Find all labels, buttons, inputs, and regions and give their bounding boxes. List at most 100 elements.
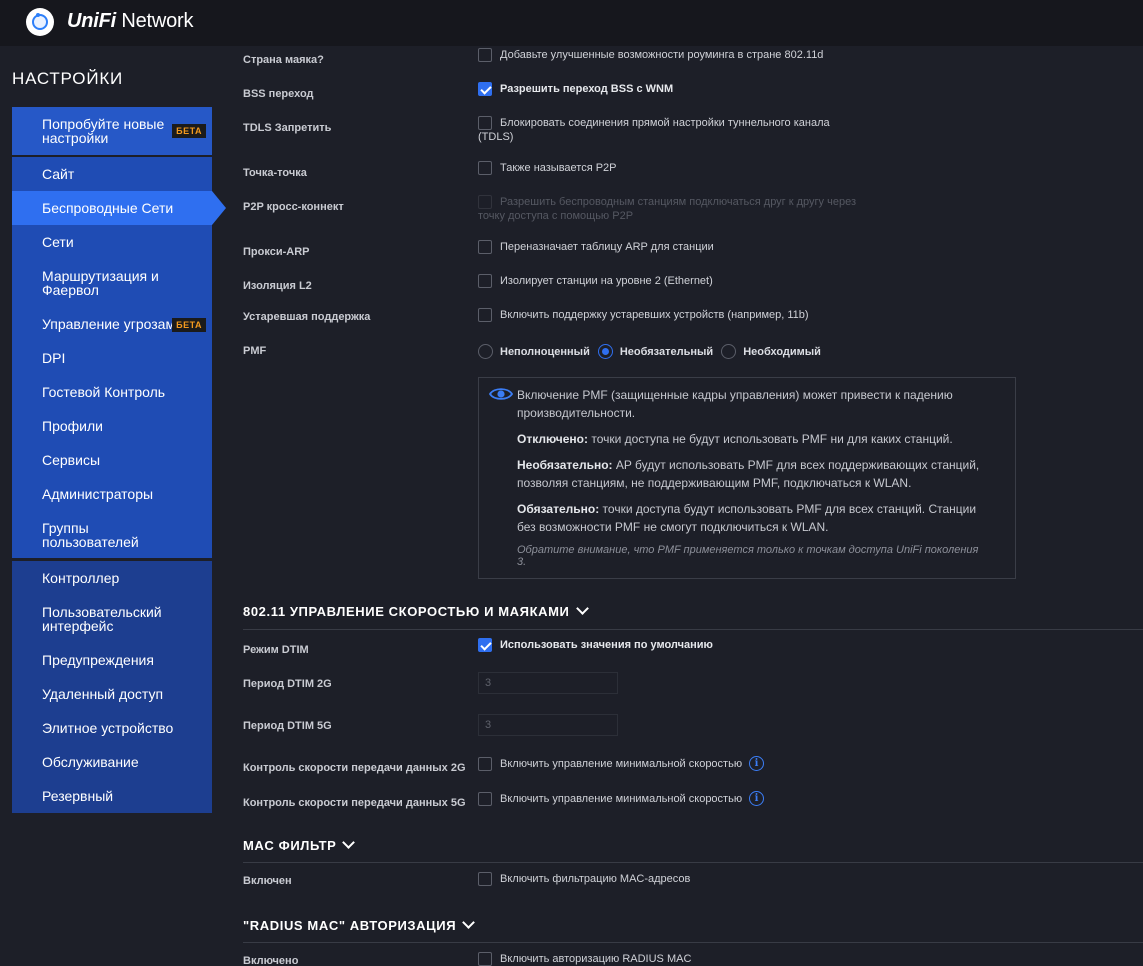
pmf-required-radio[interactable] [721, 344, 737, 359]
pmf-required-label[interactable]: Необходимый [743, 346, 821, 358]
sidebar-item-guest-control[interactable]: Гостевой Контроль [12, 375, 212, 409]
pmf-info-note: Обратите внимание, что PMF применяется т… [517, 544, 979, 568]
sidebar-item-admins[interactable]: Администраторы [12, 477, 212, 511]
rate-section-header[interactable]: 802.11 УПРАВЛЕНИЕ СКОРОСТЬЮ И МАЯКАМИ [243, 602, 589, 619]
sidebar-group-controller: Контроллер Пользовательский интерфейс Пр… [12, 561, 212, 813]
unifi-logo-icon[interactable] [26, 8, 54, 36]
rate-control-5g-option[interactable]: Включить управление минимальной скорость… [478, 791, 765, 806]
settings-title: НАСТРОЙКИ [12, 69, 124, 88]
p2p-cross-connect-label: P2P кросс-коннект [243, 201, 344, 213]
l2-isolation-checkbox[interactable] [478, 274, 492, 288]
pmf-disabled-radio[interactable] [478, 344, 493, 359]
mac-filter-enabled-label: Включен [243, 875, 292, 887]
chevron-down-icon [462, 916, 476, 929]
pmf-info-optional: Необязательно: AP будут использовать PMF… [517, 458, 980, 490]
pmf-radio-group: Неполноценный Необязательный Необходимый [478, 344, 829, 359]
mac-section-divider [243, 862, 1143, 863]
pmf-info-box: Включение PMF (защищенные кадры управлен… [478, 377, 1016, 579]
beacon-country-option[interactable]: Добавьте улучшенные возможности роуминга… [478, 48, 823, 62]
mac-filter-checkbox[interactable] [478, 872, 492, 886]
pmf-optional-label[interactable]: Необязательный [620, 346, 713, 358]
dtim-5g-input[interactable]: 3 [478, 714, 618, 736]
pmf-disabled-label[interactable]: Неполноценный [500, 346, 590, 358]
point-to-point-option[interactable]: Также называется P2P [478, 161, 617, 175]
radius-mac-checkbox[interactable] [478, 952, 492, 966]
dtim-mode-checkbox[interactable] [478, 638, 492, 652]
active-indicator [212, 191, 226, 225]
pmf-info-off: Отключено: точки доступа не будут исполь… [517, 432, 953, 446]
bss-transition-label: BSS переход [243, 88, 314, 100]
beacon-country-checkbox[interactable] [478, 48, 492, 62]
p2p-cross-connect-option: Разрешить беспроводным станциям подключа… [478, 195, 856, 209]
info-icon[interactable]: i [749, 756, 765, 771]
sidebar-item-maintenance[interactable]: Обслуживание [12, 745, 212, 779]
sidebar-item-services[interactable]: Сервисы [12, 443, 212, 477]
sidebar-item-try-new-settings[interactable]: Попробуйте новые настройки БЕТА [12, 107, 212, 155]
beta-badge: БЕТА [172, 318, 206, 332]
dtim-mode-label: Режим DTIM [243, 644, 309, 656]
sidebar-group-new: Попробуйте новые настройки БЕТА [12, 107, 212, 155]
rate-section-divider [243, 629, 1143, 630]
dtim-mode-option[interactable]: Использовать значения по умолчанию [478, 638, 713, 652]
dtim-2g-label: Период DTIM 2G [243, 678, 332, 690]
top-bar: UniFi Network [0, 0, 1143, 46]
rate-control-2g-label: Контроль скорости передачи данных 2G [243, 762, 466, 774]
pmf-optional-radio[interactable] [597, 344, 613, 359]
legacy-support-label: Устаревшая поддержка [243, 311, 371, 323]
l2-isolation-option[interactable]: Изолирует станции на уровне 2 (Ethernet) [478, 274, 713, 288]
legacy-support-option[interactable]: Включить поддержку устаревших устройств … [478, 308, 809, 322]
sidebar-item-profiles[interactable]: Профили [12, 409, 212, 443]
dtim-5g-label: Период DTIM 5G [243, 720, 332, 732]
mac-filter-option[interactable]: Включить фильтрацию MAC-адресов [478, 872, 690, 886]
info-icon[interactable]: i [749, 791, 765, 806]
sidebar-item-networks[interactable]: Сети [12, 225, 212, 259]
p2p-cross-connect-checkbox [478, 195, 492, 209]
point-to-point-label: Точка-точка [243, 167, 307, 179]
sidebar-item-user-interface[interactable]: Пользовательский интерфейс [12, 595, 212, 643]
proxy-arp-option[interactable]: Переназначает таблицу ARP для станции [478, 240, 714, 254]
bss-transition-checkbox[interactable] [478, 82, 492, 96]
sidebar-item-dpi[interactable]: DPI [12, 341, 212, 375]
beta-badge: БЕТА [172, 124, 206, 138]
sidebar-item-threat-management[interactable]: Управление угрозами БЕТА [12, 307, 212, 341]
rate-control-5g-checkbox[interactable] [478, 791, 492, 806]
chevron-down-icon [575, 602, 589, 615]
mac-filter-section-header[interactable]: MAC ФИЛЬТР [243, 836, 356, 853]
radius-mac-option[interactable]: Включить авторизацию RADIUS MAC [478, 952, 691, 966]
dtim-2g-input[interactable]: 3 [478, 672, 618, 694]
proxy-arp-label: Прокси-ARP [243, 246, 310, 258]
pmf-info-intro: Включение PMF (защищенные кадры управлен… [517, 388, 953, 420]
rate-control-5g-label: Контроль скорости передачи данных 5G [243, 797, 466, 809]
sidebar-group-site: Сайт Беспроводные Сети Сети Маршрутизаци… [12, 157, 226, 558]
point-to-point-checkbox[interactable] [478, 161, 492, 175]
l2-isolation-label: Изоляция L2 [243, 280, 312, 292]
rate-control-2g-option[interactable]: Включить управление минимальной скорость… [478, 756, 765, 771]
tdls-prohibit-option[interactable]: Блокировать соединения прямой настройки … [478, 116, 830, 130]
sidebar-item-user-groups[interactable]: Группы пользователей [12, 511, 212, 558]
app-brand: UniFi Network [67, 10, 194, 32]
pmf-label: PMF [243, 345, 267, 357]
sidebar-item-site[interactable]: Сайт [12, 157, 212, 191]
eye-icon [489, 388, 513, 400]
proxy-arp-checkbox[interactable] [478, 240, 492, 254]
tdls-prohibit-label: TDLS Запретить [243, 122, 332, 134]
sidebar-item-remote-access[interactable]: Удаленный доступ [12, 677, 212, 711]
sidebar-item-alerts[interactable]: Предупреждения [12, 643, 212, 677]
radius-section-divider [243, 942, 1143, 943]
bss-transition-option[interactable]: Разрешить переход BSS с WNM [478, 82, 673, 96]
sidebar-item-backup[interactable]: Резервный [12, 779, 212, 813]
rate-control-2g-checkbox[interactable] [478, 756, 492, 771]
sidebar-item-routing-firewall[interactable]: Маршрутизация и Фаервол [12, 259, 212, 307]
pmf-info-required: Обязательно: точки доступа будут использ… [517, 502, 977, 534]
sidebar-item-controller[interactable]: Контроллер [12, 561, 212, 595]
legacy-support-checkbox[interactable] [478, 308, 492, 322]
chevron-down-icon [342, 836, 356, 849]
beacon-country-label: Страна маяка? [243, 54, 324, 66]
radius-mac-section-header[interactable]: "RADIUS MAC" АВТОРИЗАЦИЯ [243, 916, 476, 933]
sidebar-item-elite-device[interactable]: Элитное устройство [12, 711, 212, 745]
radius-mac-enabled-label: Включено [243, 955, 299, 966]
sidebar-item-wireless[interactable]: Беспроводные Сети [12, 191, 226, 225]
tdls-prohibit-checkbox[interactable] [478, 116, 492, 130]
tdls-prohibit-option-line2: (TDLS) [478, 131, 514, 143]
p2p-cross-connect-option-line2: точку доступа с помощью P2P [478, 210, 634, 222]
